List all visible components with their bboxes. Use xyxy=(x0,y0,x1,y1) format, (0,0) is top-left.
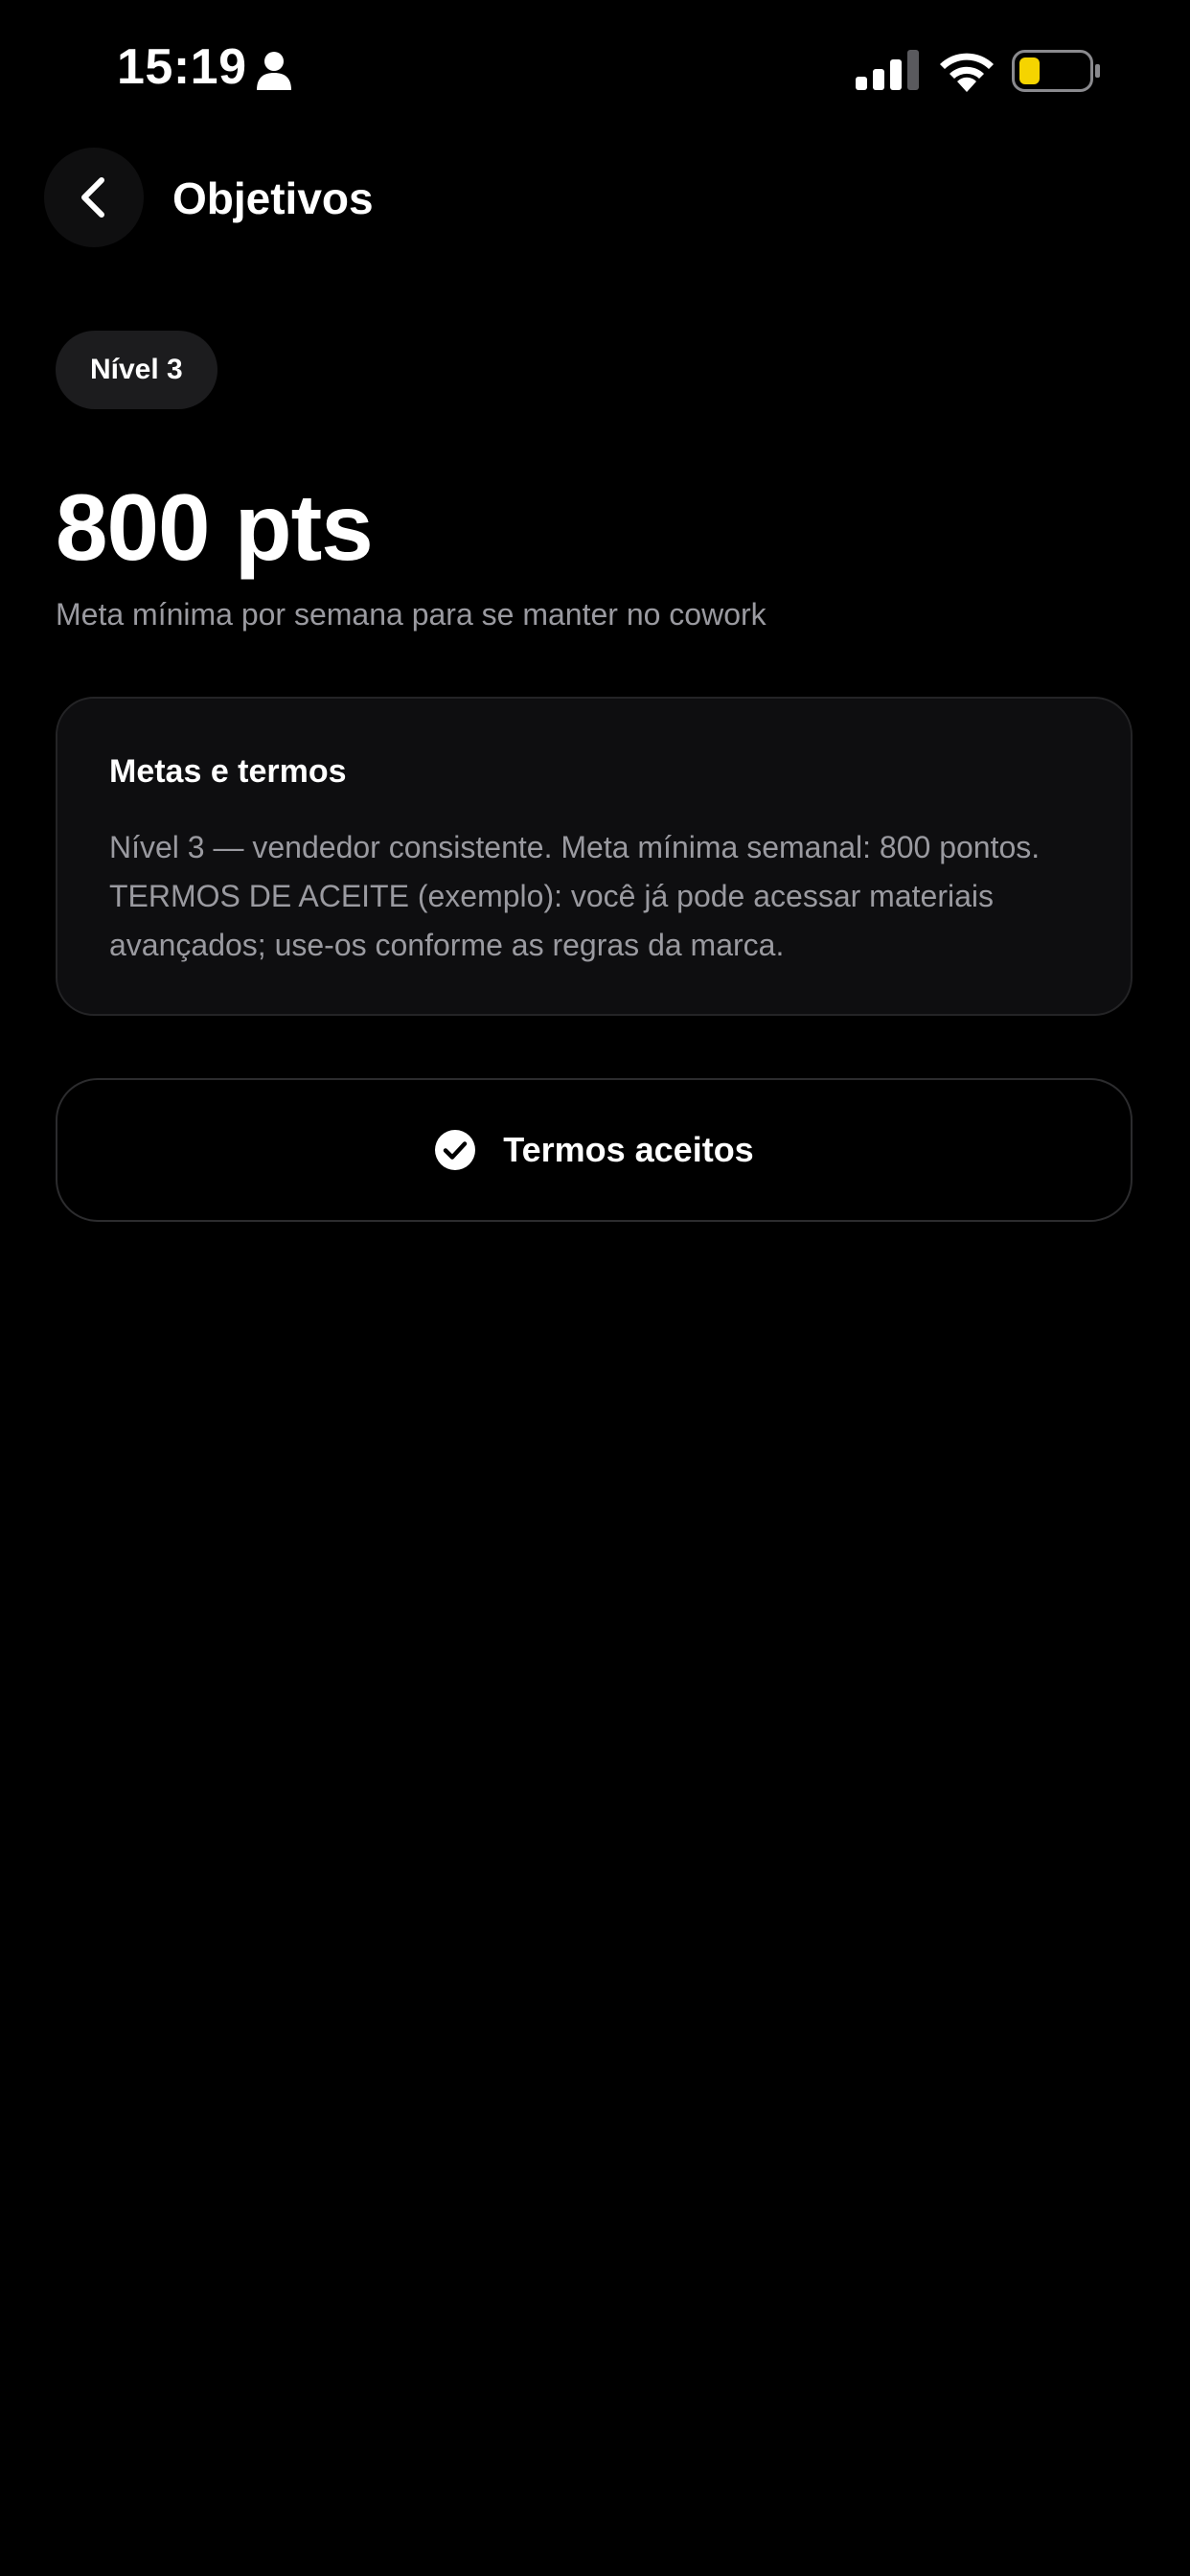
check-circle-icon xyxy=(435,1130,476,1170)
chevron-left-icon xyxy=(81,177,104,218)
battery-icon xyxy=(1012,50,1100,92)
back-button[interactable] xyxy=(44,148,144,247)
terms-card-body: Nível 3 — vendedor consistente. Meta mín… xyxy=(109,830,1041,962)
terms-accepted-content: Termos aceitos xyxy=(434,1129,754,1171)
points-caption: Meta mínima por semana para se manter no… xyxy=(56,597,767,632)
wifi-icon xyxy=(940,53,994,92)
cellular-signal-icon xyxy=(856,50,919,90)
terms-card-title: Metas e termos xyxy=(109,753,347,790)
status-bar: 15:19 xyxy=(0,0,1190,144)
terms-accepted-label: Termos aceitos xyxy=(503,1130,754,1169)
status-time: 15:19 xyxy=(117,39,247,95)
terms-accepted-button[interactable]: Termos aceitos xyxy=(56,1078,1133,1222)
terms-card: Metas e termos Nível 3 — vendedor consis… xyxy=(56,697,1133,1016)
person-icon xyxy=(257,52,291,90)
points-value: 800 pts xyxy=(56,474,374,580)
page-title: Objetivos xyxy=(172,173,374,223)
level-badge: Nível 3 xyxy=(56,331,217,409)
